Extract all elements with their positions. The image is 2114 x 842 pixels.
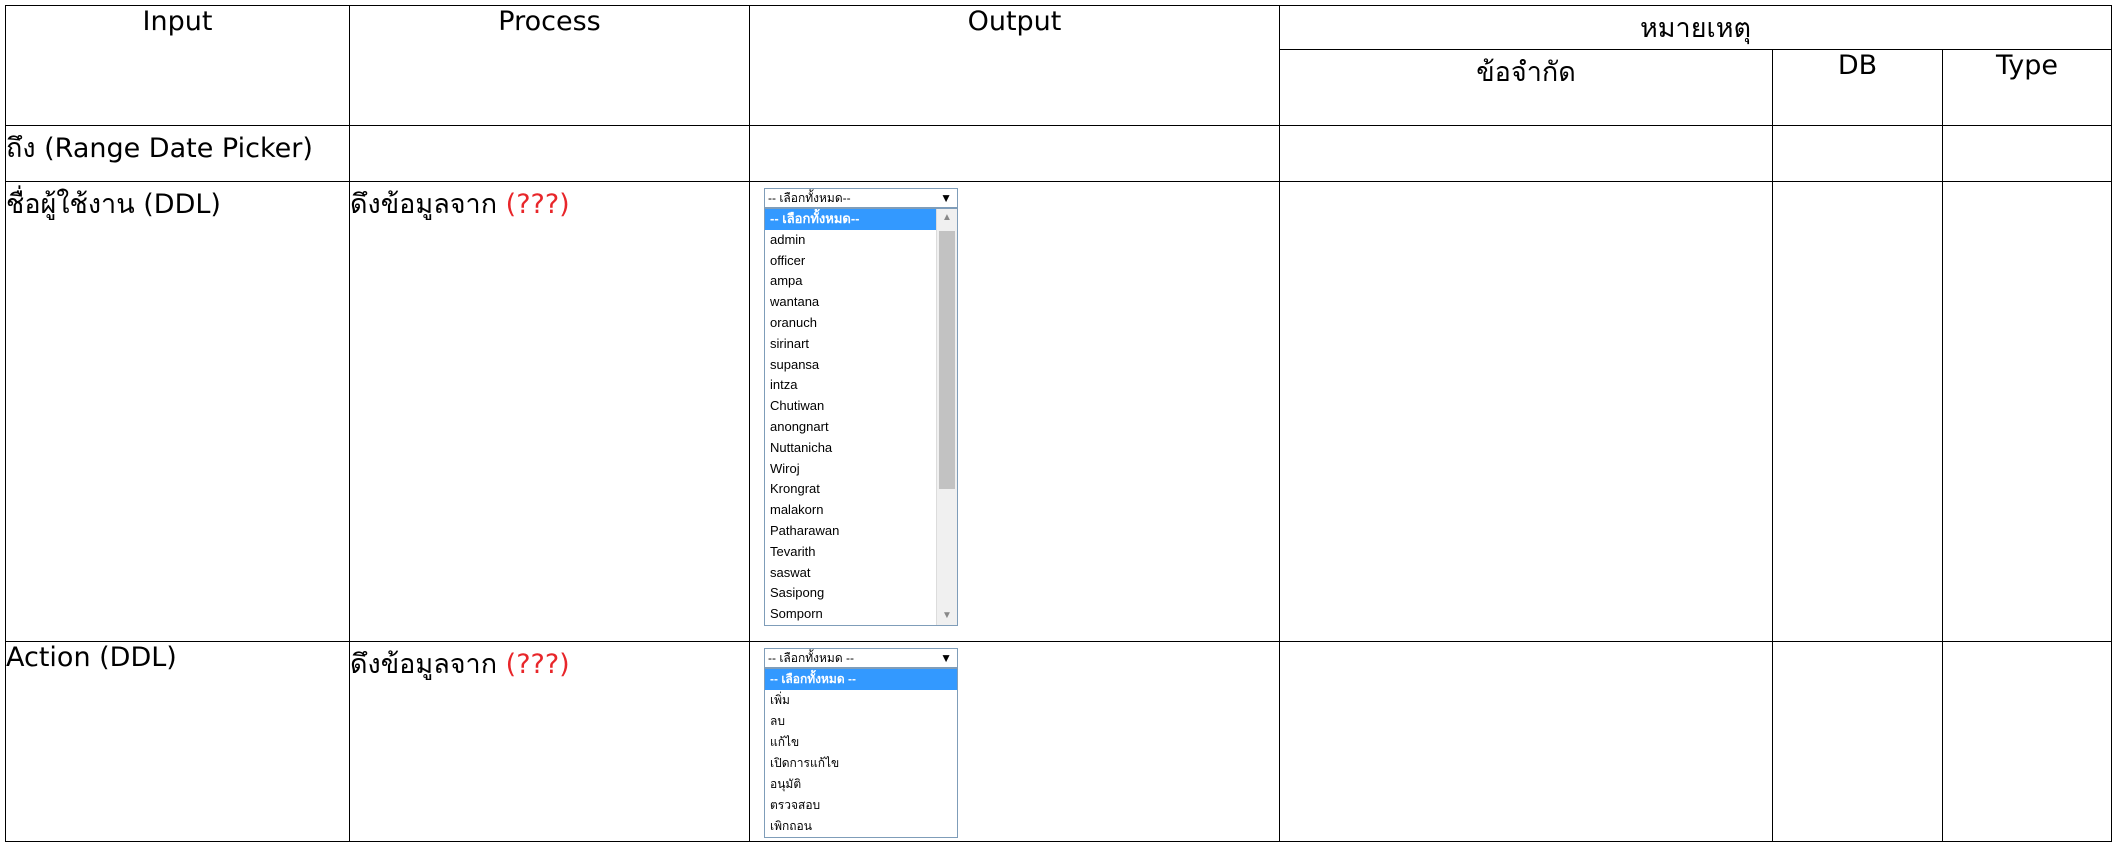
list-item[interactable]: supansa [765,355,957,376]
user-dropdown-value: -- เลือกทั้งหมด-- [768,191,851,205]
cell-process: ดึงข้อมูลจาก (???) [349,641,750,842]
cell-type [1941,181,2113,642]
user-dropdown-list[interactable]: -- เลือกทั้งหมด-- admin officer ampa wan… [764,208,958,626]
cell-output [749,125,1280,182]
cell-constraint [1279,641,1773,842]
list-item[interactable]: เพิกถอน [765,816,957,837]
list-item[interactable]: เพิ่ม [765,690,957,711]
scrollbar-thumb[interactable] [939,231,955,489]
chevron-down-icon[interactable]: ▼ [940,189,952,207]
list-item[interactable]: wantana [765,292,957,313]
chevron-down-icon[interactable]: ▼ [940,649,952,667]
list-item[interactable]: malakorn [765,500,957,521]
scroll-down-icon[interactable]: ▼ [937,607,957,625]
list-item[interactable]: Chutiwan [765,396,957,417]
header-db: DB [1772,49,1943,126]
spec-table: Input Process Output หมายเหตุ ข้อจำกัด D… [5,5,2113,842]
list-item[interactable]: ตรวจสอบ [765,795,957,816]
cell-constraint [1279,125,1773,182]
cell-input: Action (DDL) [5,641,350,842]
action-dropdown-value: -- เลือกทั้งหมด -- [768,651,854,665]
list-item[interactable]: officer [765,251,957,272]
list-item[interactable]: เปิดการแก้ไข [765,753,957,774]
list-item[interactable]: Tevarith [765,542,957,563]
list-item[interactable]: ampa [765,271,957,292]
list-item[interactable]: Krongrat [765,479,957,500]
list-item[interactable]: intza [765,375,957,396]
list-item[interactable]: Somporn [765,604,957,625]
cell-output: -- เลือกทั้งหมด-- ▼ -- เลือกทั้งหมด-- ad… [749,181,1280,642]
header-type: Type [1941,49,2113,126]
list-item[interactable]: Wiroj [765,459,957,480]
table-row: ถึง (Range Date Picker) [5,125,2113,182]
list-item[interactable]: แก้ไข [765,732,957,753]
list-item[interactable]: -- เลือกทั้งหมด -- [765,669,957,690]
header-constraint: ข้อจำกัด [1279,49,1773,126]
header-remarks: หมายเหตุ [1278,5,2113,50]
list-item[interactable]: Patharawan [765,521,957,542]
list-item[interactable]: อนุมัติ [765,774,957,795]
list-item[interactable]: anongnart [765,417,957,438]
list-item[interactable]: -- เลือกทั้งหมด-- [765,209,957,230]
cell-db [1772,641,1943,842]
cell-db [1772,125,1943,182]
cell-input: ถึง (Range Date Picker) [5,125,350,182]
cell-type [1941,125,2113,182]
user-dropdown[interactable]: -- เลือกทั้งหมด-- ▼ -- เลือกทั้งหมด-- ad… [764,188,1279,626]
action-dropdown-list[interactable]: -- เลือกทั้งหมด -- เพิ่ม ลบ แก้ไข เปิดกา… [764,668,958,838]
list-item[interactable]: Sasipong [765,583,957,604]
cell-type [1941,641,2113,842]
header-output: Output [749,5,1280,126]
list-item[interactable]: oranuch [765,313,957,334]
table-row: Action (DDL) ดึงข้อมูลจาก (???) -- เลือก… [5,641,2113,842]
cell-process: ดึงข้อมูลจาก (???) [349,181,750,642]
scrollbar[interactable]: ▲ ▼ [936,209,957,625]
table-row: ชื่อผู้ใช้งาน (DDL) ดึงข้อมูลจาก (???) -… [5,181,2113,642]
scroll-up-icon[interactable]: ▲ [937,209,957,227]
list-item[interactable]: Nuttanicha [765,438,957,459]
cell-process [349,125,750,182]
header-input: Input [5,5,350,126]
list-item[interactable]: sirinart [765,334,957,355]
cell-constraint [1279,181,1773,642]
action-dropdown[interactable]: -- เลือกทั้งหมด -- ▼ -- เลือกทั้งหมด -- … [764,648,1279,838]
cell-db [1772,181,1943,642]
action-dropdown-select[interactable]: -- เลือกทั้งหมด -- ▼ [764,648,958,668]
list-item[interactable]: ลบ [765,711,957,732]
list-item[interactable]: admin [765,230,957,251]
header-process: Process [349,5,750,126]
list-item[interactable]: saswat [765,563,957,584]
cell-input: ชื่อผู้ใช้งาน (DDL) [5,181,350,642]
user-dropdown-select[interactable]: -- เลือกทั้งหมด-- ▼ [764,188,958,208]
cell-output: -- เลือกทั้งหมด -- ▼ -- เลือกทั้งหมด -- … [749,641,1280,842]
